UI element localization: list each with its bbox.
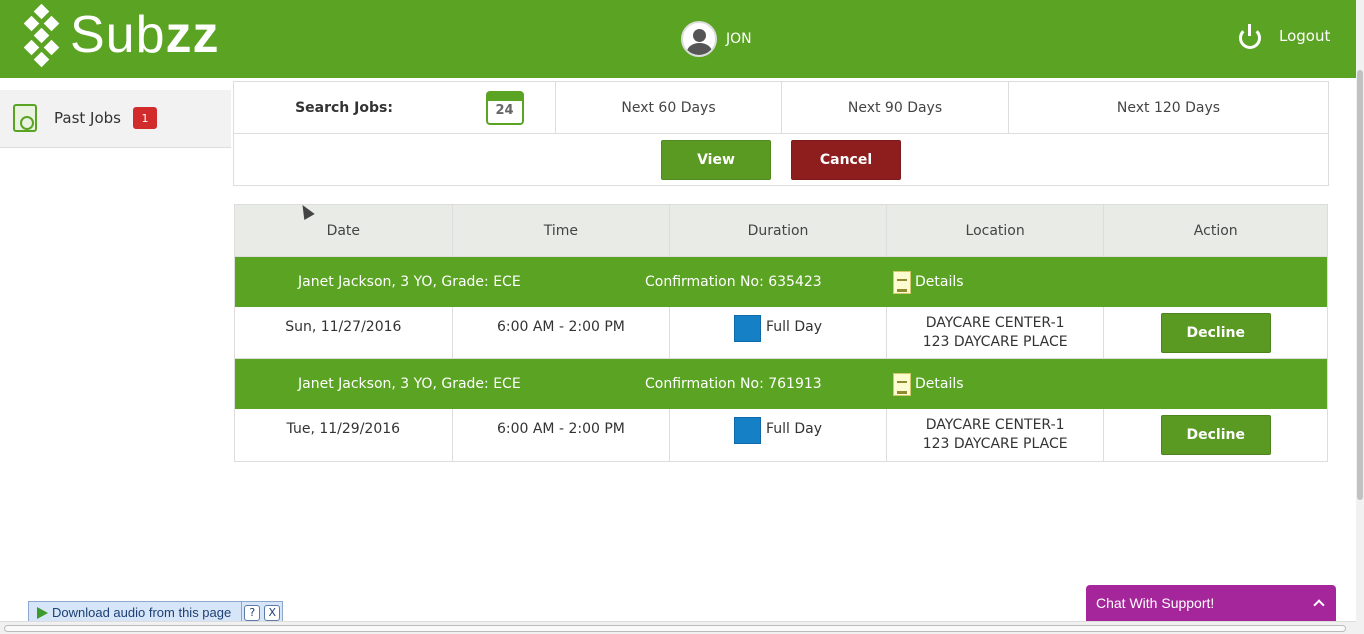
search-jobs-label: Search Jobs:	[295, 99, 393, 116]
table-row: Sun, 11/27/2016 6:00 AM - 2:00 PM Full D…	[235, 307, 1327, 359]
table-row: Tue, 11/29/2016 6:00 AM - 2:00 PM Full D…	[235, 409, 1327, 461]
job-action: Decline	[1104, 409, 1327, 461]
power-icon	[1236, 22, 1264, 50]
duration-swatch	[734, 417, 761, 444]
column-header-location: Location	[887, 205, 1105, 256]
user-name: JON	[726, 31, 752, 47]
column-header-duration: Duration	[670, 205, 887, 256]
calendar-icon: 24	[485, 90, 524, 125]
chat-label: Chat With Support!	[1096, 595, 1215, 611]
chat-support-widget[interactable]: Chat With Support!	[1086, 585, 1336, 621]
sidebar-item-label: Past Jobs	[54, 109, 121, 127]
vertical-scrollbar[interactable]	[1356, 0, 1364, 634]
duration-label: Full Day	[766, 421, 823, 437]
confirmation-number: Confirmation No: 761913	[645, 376, 822, 392]
jobs-table: Date Time Duration Location Action Janet…	[234, 204, 1328, 462]
subzz-logo[interactable]: Subzz	[22, 2, 220, 68]
document-icon	[893, 270, 911, 294]
job-person: Janet Jackson, 3 YO, Grade: ECE	[298, 376, 521, 392]
download-audio-label: Download audio from this page	[52, 605, 232, 620]
range-next-60-days[interactable]: Next 60 Days	[556, 82, 782, 133]
details-label: Details	[915, 274, 964, 290]
chevron-up-icon	[1313, 599, 1325, 611]
job-time: 6:00 AM - 2:00 PM	[453, 307, 671, 358]
help-button[interactable]: ?	[244, 604, 261, 621]
logout-button[interactable]: Logout	[1236, 22, 1330, 50]
download-audio-button[interactable]: Download audio from this page	[29, 602, 243, 623]
calendar-button[interactable]: 24	[454, 82, 556, 133]
range-next-90-days[interactable]: Next 90 Days	[782, 82, 1009, 133]
app-header: Subzz JON Logout	[0, 0, 1356, 78]
scrollbar-thumb[interactable]	[1357, 70, 1363, 500]
job-duration: Full Day	[670, 409, 887, 461]
decline-button[interactable]: Decline	[1160, 312, 1271, 353]
column-header-action: Action	[1193, 222, 1238, 239]
count-badge: 1	[132, 107, 157, 129]
details-link[interactable]: Details	[893, 372, 964, 396]
logo-diamond-icon	[22, 3, 62, 68]
range-next-120-days[interactable]: Next 120 Days	[1009, 82, 1328, 133]
column-header-time: Time	[453, 205, 671, 256]
job-time: 6:00 AM - 2:00 PM	[453, 409, 671, 461]
sidebar: Past Jobs 1	[0, 78, 231, 148]
job-location: DAYCARE CENTER-1 123 DAYCARE PLACE	[887, 307, 1105, 358]
logout-label: Logout	[1279, 27, 1331, 45]
job-duration: Full Day	[670, 307, 887, 358]
user-menu[interactable]: JON	[681, 21, 752, 57]
job-person: Janet Jackson, 3 YO, Grade: ECE	[298, 274, 521, 290]
view-button[interactable]: View	[661, 140, 771, 180]
job-location: DAYCARE CENTER-1 123 DAYCARE PLACE	[887, 409, 1105, 461]
job-group-header: Janet Jackson, 3 YO, Grade: ECE Confirma…	[235, 359, 1327, 409]
confirmation-number: Confirmation No: 635423	[645, 274, 822, 290]
table-header: Date Time Duration Location Action	[235, 205, 1327, 257]
duration-label: Full Day	[766, 319, 823, 335]
decline-button[interactable]: Decline	[1160, 415, 1271, 455]
location-name: DAYCARE CENTER-1	[925, 314, 1065, 331]
location-address: 123 DAYCARE PLACE	[922, 333, 1068, 350]
details-label: Details	[915, 376, 964, 392]
cancel-button[interactable]: Cancel	[791, 140, 901, 180]
close-button[interactable]: X	[264, 604, 281, 621]
job-date: Tue, 11/29/2016	[235, 409, 453, 461]
job-action: Decline	[1104, 307, 1327, 358]
column-header-date: Date	[235, 205, 453, 256]
search-actions: View Cancel	[234, 134, 1328, 186]
location-name: DAYCARE CENTER-1	[925, 417, 1065, 433]
calendar-day: 24	[495, 102, 514, 118]
horizontal-scrollbar[interactable]	[0, 621, 1356, 634]
avatar	[681, 21, 717, 57]
play-icon	[37, 606, 48, 619]
disc-icon	[13, 104, 37, 132]
job-group-header: Janet Jackson, 3 YO, Grade: ECE Confirma…	[235, 257, 1327, 307]
search-jobs-panel: Search Jobs: 24 Next 60 Days Next 90 Day…	[233, 81, 1329, 186]
sidebar-item-past-jobs[interactable]: Past Jobs 1	[0, 90, 231, 146]
duration-swatch	[734, 315, 761, 342]
scrollbar-thumb[interactable]	[4, 625, 1346, 632]
job-date: Sun, 11/27/2016	[235, 307, 453, 358]
document-icon	[893, 372, 911, 396]
logo-text: Subzz	[70, 6, 220, 64]
location-address: 123 DAYCARE PLACE	[922, 436, 1068, 452]
search-range-row: Search Jobs: 24 Next 60 Days Next 90 Day…	[234, 82, 1328, 134]
details-link[interactable]: Details	[893, 270, 964, 294]
